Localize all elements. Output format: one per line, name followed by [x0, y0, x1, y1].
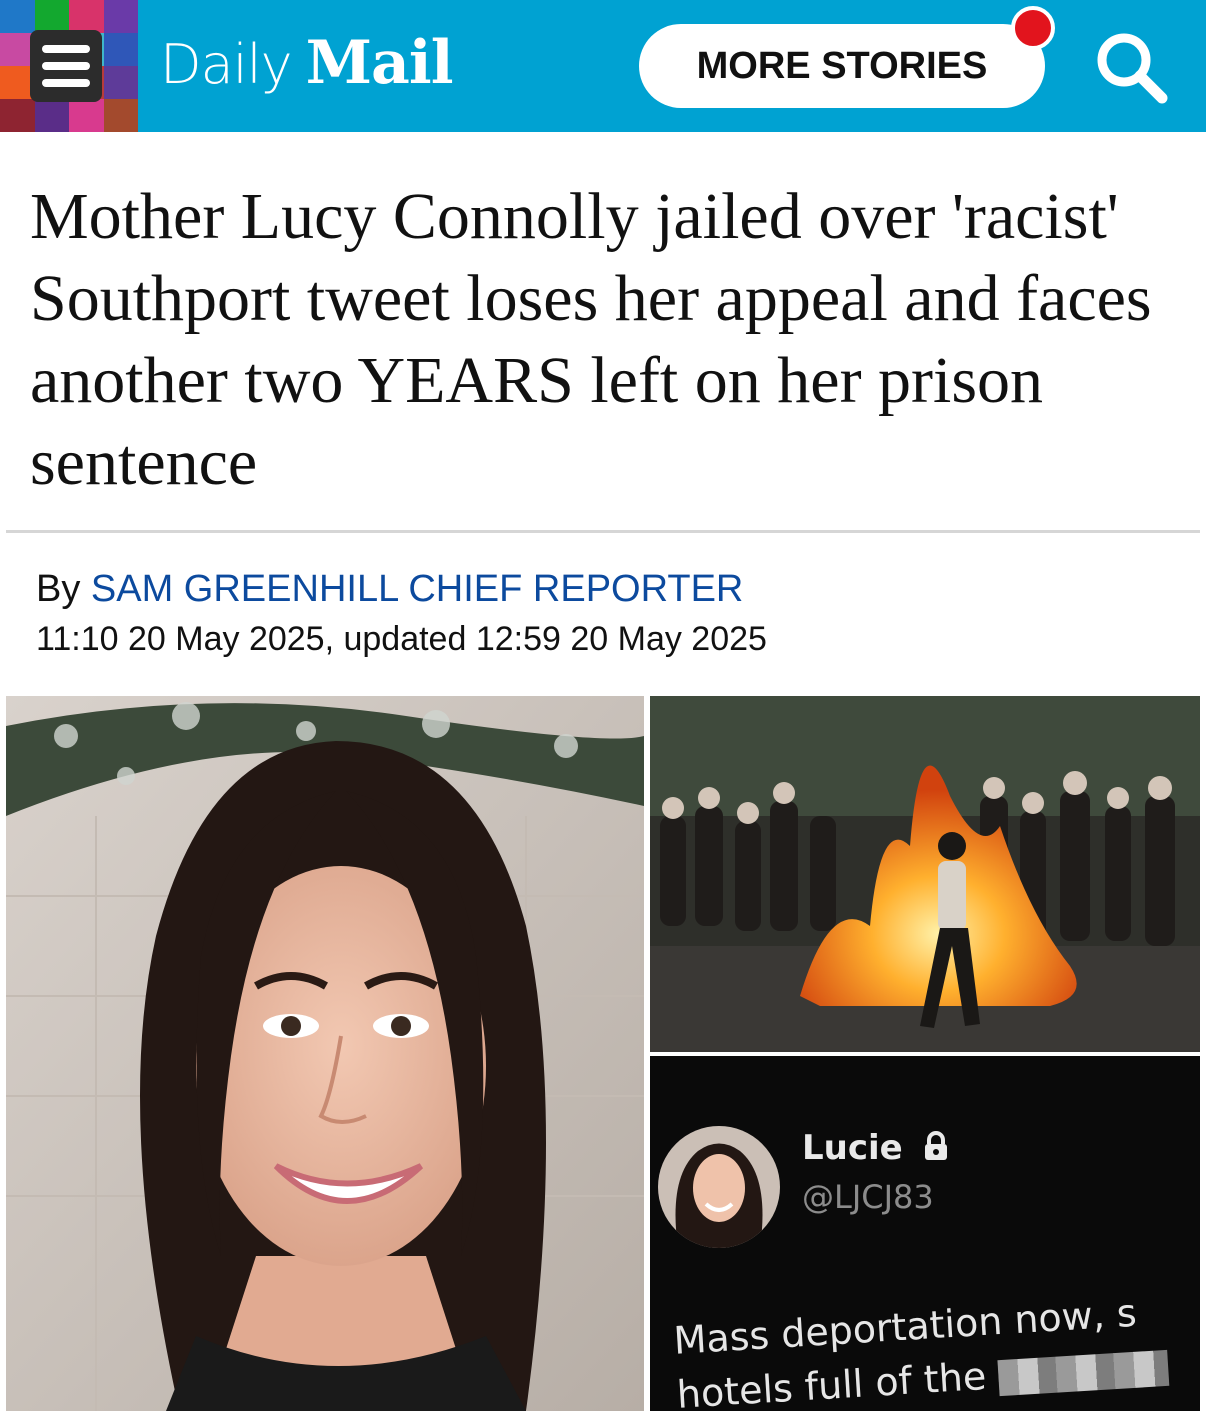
tweet-screenshot[interactable]: Lucie @LJCJ83 Mass deportation now, s ho…	[650, 1056, 1200, 1411]
tweet-handle: @LJCJ83	[802, 1178, 934, 1216]
byline: By SAM GREENHILL CHIEF REPORTER	[36, 568, 743, 611]
tweet-text: Mass deportation now, s hotels full of t…	[672, 1276, 1200, 1411]
tweet-name-text: Lucie	[802, 1128, 903, 1168]
redacted-text	[997, 1349, 1170, 1396]
headline-divider	[6, 530, 1200, 533]
article-headline: Mother Lucy Connolly jailed over 'racist…	[30, 180, 1152, 499]
notification-dot	[1011, 6, 1055, 50]
tweet-avatar	[658, 1126, 780, 1248]
logo-mail-text: Mail	[305, 28, 454, 98]
daily-mail-logo[interactable]: Daily Mail	[160, 28, 454, 104]
more-stories-button[interactable]: MORE STORIES	[639, 24, 1045, 108]
logo-daily-text: Daily	[160, 33, 293, 96]
search-icon[interactable]	[1088, 24, 1172, 108]
author-link[interactable]: SAM GREENHILL CHIEF REPORTER	[91, 568, 743, 610]
article-dateline: 11:10 20 May 2025, updated 12:59 20 May …	[36, 620, 767, 658]
hamburger-menu-icon[interactable]	[30, 30, 102, 102]
southport-riot-photo[interactable]	[650, 696, 1200, 1052]
lucy-connolly-photo[interactable]	[6, 696, 644, 1411]
tweet-display-name: Lucie	[802, 1128, 949, 1168]
lock-icon	[924, 1131, 947, 1160]
site-header: Daily Mail MORE STORIES	[0, 0, 1206, 132]
byline-prefix: By	[36, 568, 91, 610]
